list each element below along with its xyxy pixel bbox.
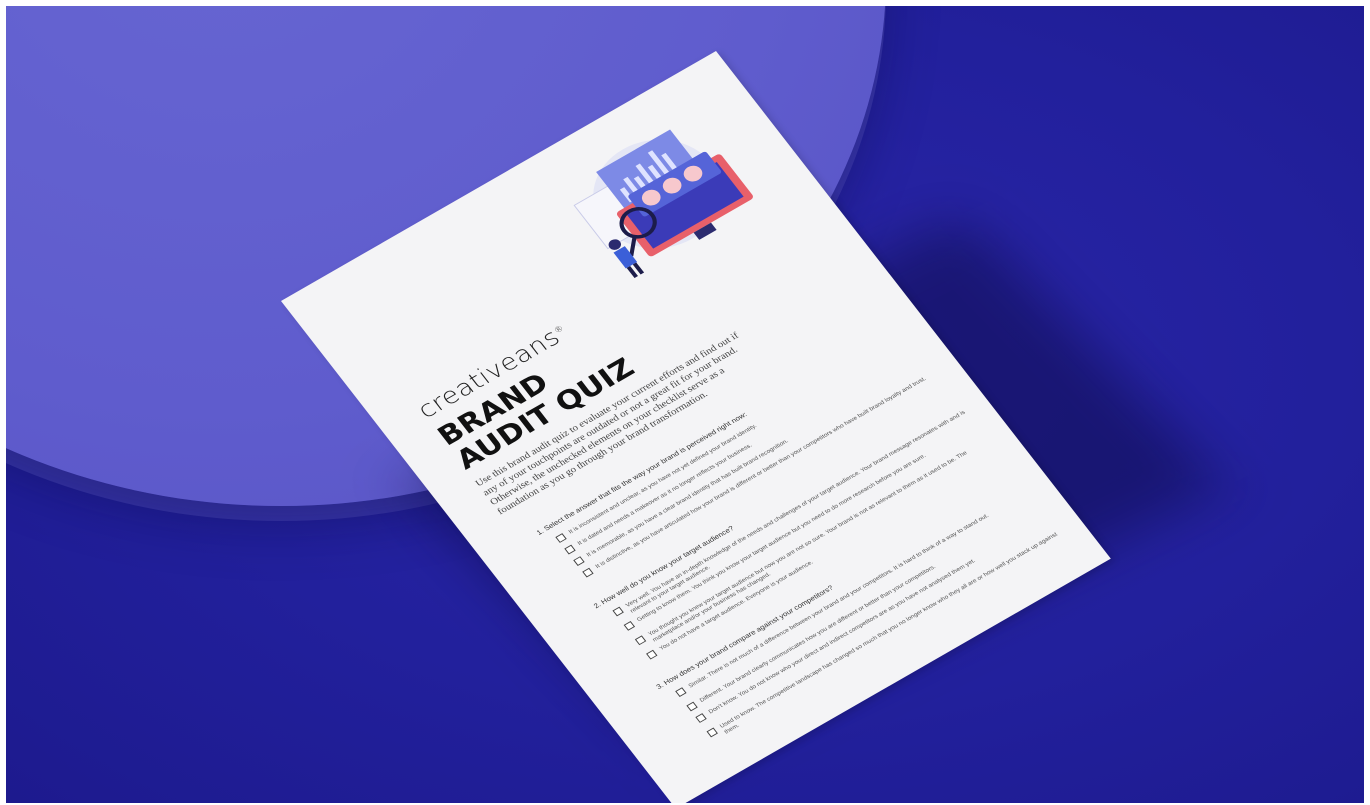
checkbox[interactable] (686, 701, 698, 712)
checkbox[interactable] (564, 544, 576, 555)
scene-background: creativeans® BRAND AUDIT QUIZ Use this b… (6, 6, 1364, 803)
checkbox[interactable] (555, 533, 567, 543)
checkbox[interactable] (695, 713, 707, 723)
checkbox[interactable] (623, 621, 636, 631)
checkbox[interactable] (573, 556, 585, 566)
checkbox[interactable] (634, 635, 647, 646)
checkbox[interactable] (706, 727, 718, 738)
checkbox[interactable] (612, 606, 624, 617)
checkbox[interactable] (646, 649, 658, 660)
checkbox[interactable] (582, 567, 594, 578)
checkbox[interactable] (675, 687, 687, 697)
